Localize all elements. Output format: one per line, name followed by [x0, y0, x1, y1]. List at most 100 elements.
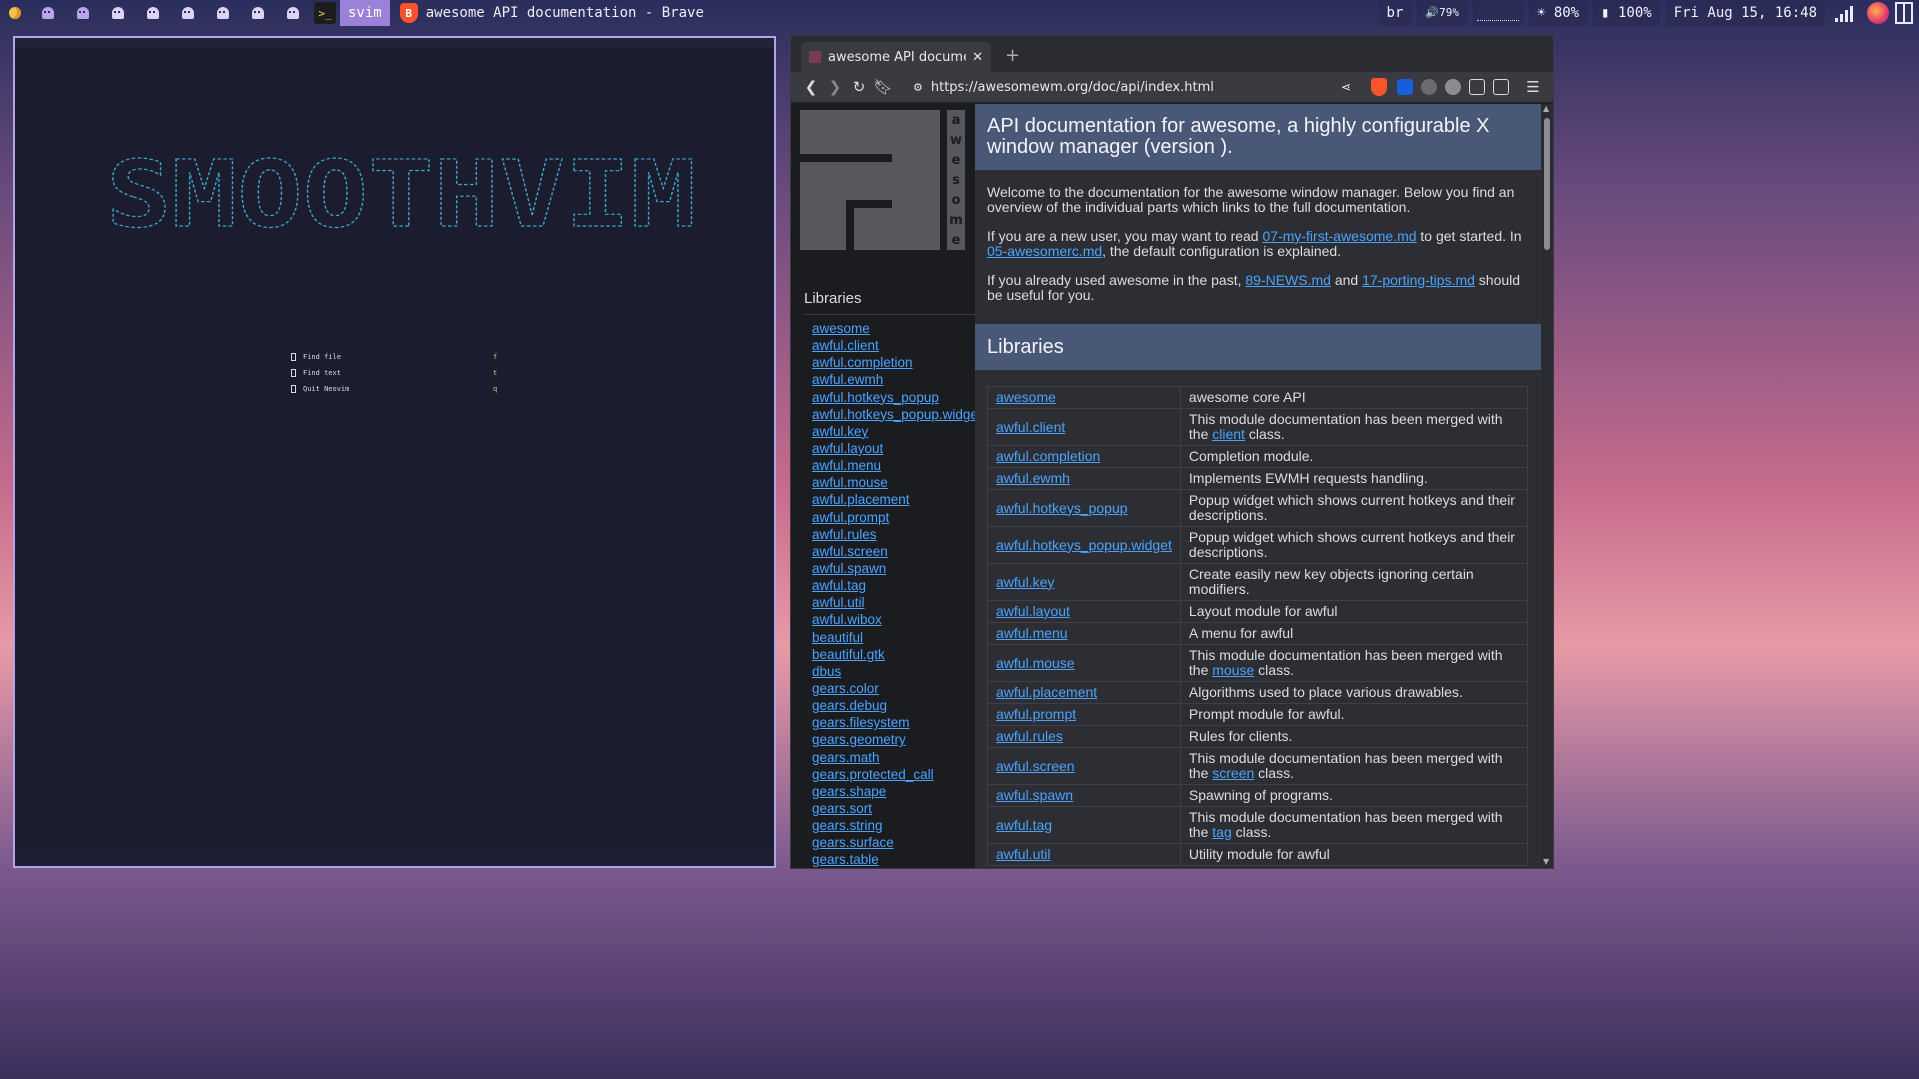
task-svim[interactable]: svim — [340, 0, 390, 26]
launcher-moon-icon[interactable] — [0, 0, 30, 26]
description-link[interactable]: tag — [1212, 824, 1231, 840]
sidebar-library-link[interactable]: awful.placement — [812, 492, 910, 507]
workspace-3-ghost-icon[interactable] — [100, 0, 135, 26]
workspace-7-ghost-icon[interactable] — [240, 0, 275, 26]
sidebar-toggle-icon[interactable] — [1493, 79, 1509, 95]
terminal-app-icon[interactable]: >_ — [314, 2, 336, 24]
sidebar-library-link[interactable]: awful.completion — [812, 355, 913, 370]
sidebar-library-link[interactable]: awful.prompt — [812, 510, 889, 525]
url-text[interactable]: https://awesomewm.org/doc/api/index.html — [931, 80, 1341, 95]
library-link[interactable]: awful.placement — [996, 684, 1097, 700]
close-icon[interactable]: ✕ — [972, 50, 983, 65]
sidebar-library-link[interactable]: gears.debug — [812, 698, 887, 713]
sidebar-library-link[interactable]: awful.hotkeys_popup.widget — [812, 407, 975, 422]
share-icon[interactable]: ⋖ — [1341, 80, 1351, 94]
library-link[interactable]: awful.key — [996, 574, 1054, 590]
sidebar-library-link[interactable]: gears.sort — [812, 801, 872, 816]
sidebar-library-link[interactable]: awesome — [812, 321, 870, 336]
library-link[interactable]: awesome — [996, 389, 1056, 405]
sidebar-library-link[interactable]: gears.shape — [812, 784, 886, 799]
workspace-1-ghost-icon[interactable] — [30, 0, 65, 26]
scroll-down-arrow-icon[interactable]: ▼ — [1543, 857, 1549, 866]
sidebar-library-link[interactable]: beautiful.gtk — [812, 647, 885, 662]
terminal-window[interactable]: SMOOTHVIM Find file f Find text t Quit N… — [13, 36, 776, 868]
menu-hamburger-icon[interactable]: ☰ — [1521, 78, 1545, 96]
library-link[interactable]: awful.prompt — [996, 706, 1076, 722]
sidebar-library-link[interactable]: awful.screen — [812, 544, 888, 559]
library-link[interactable]: awful.completion — [996, 448, 1100, 464]
workspace-6-ghost-icon[interactable] — [205, 0, 240, 26]
reload-icon[interactable]: ↻ — [847, 78, 871, 96]
sidebar-library-link[interactable]: awful.client — [812, 338, 879, 353]
new-tab-plus-icon[interactable]: + — [1005, 45, 1020, 66]
sidebar-library-link[interactable]: gears.color — [812, 681, 879, 696]
library-link[interactable]: awful.ewmh — [996, 470, 1070, 486]
layout-tile-icon[interactable] — [1895, 2, 1913, 24]
library-link[interactable]: awful.spawn — [996, 787, 1073, 803]
forward-arrow-icon[interactable]: ❯ — [823, 78, 847, 96]
volume-widget[interactable]: 🔊79% — [1417, 0, 1467, 26]
tab-awesome-api[interactable]: awesome API document ✕ — [801, 42, 991, 72]
sidebar-library-link[interactable]: gears.geometry — [812, 732, 906, 747]
workspace-4-ghost-icon[interactable] — [135, 0, 170, 26]
bookmark-icon[interactable]: 🔖︎ — [871, 78, 895, 96]
sidebar-library-link[interactable]: gears.math — [812, 750, 880, 765]
sidebar-library-link[interactable]: gears.table — [812, 852, 879, 867]
sidebar-library-link[interactable]: gears.string — [812, 818, 883, 833]
library-link[interactable]: awful.util — [996, 846, 1050, 862]
extensions-puzzle-icon[interactable] — [1469, 79, 1485, 95]
library-link[interactable]: awful.layout — [996, 603, 1070, 619]
sidebar-library-link[interactable]: awful.spawn — [812, 561, 886, 576]
sidebar-library-link[interactable]: beautiful — [812, 630, 863, 645]
dashboard-item-quit[interactable]: Quit Neovim q — [291, 381, 501, 397]
back-arrow-icon[interactable]: ❮ — [799, 78, 823, 96]
description-link[interactable]: screen — [1212, 765, 1254, 781]
bitwarden-extension-icon[interactable] — [1397, 79, 1413, 95]
library-link[interactable]: awful.mouse — [996, 655, 1075, 671]
library-link[interactable]: awful.rules — [996, 728, 1063, 744]
address-bar[interactable]: ⚙ https://awesomewm.org/doc/api/index.ht… — [905, 75, 1359, 99]
sidebar-library-link[interactable]: awful.util — [812, 595, 865, 610]
sidebar-library-link[interactable]: gears.surface — [812, 835, 894, 850]
extension-gear-icon[interactable] — [1445, 79, 1461, 95]
keyboard-layout[interactable]: br — [1378, 0, 1412, 26]
workspace-2-ghost-icon[interactable] — [65, 0, 100, 26]
brave-shield-icon[interactable] — [1371, 78, 1387, 96]
sidebar-library-link[interactable]: awful.key — [812, 424, 868, 439]
scroll-up-arrow-icon[interactable]: ▲ — [1543, 104, 1549, 113]
dashboard-item-find-file[interactable]: Find file f — [291, 349, 501, 365]
link-awesomerc[interactable]: 05-awesomerc.md — [987, 243, 1102, 259]
sidebar-library-link[interactable]: gears.filesystem — [812, 715, 910, 730]
sidebar-library-link[interactable]: awful.rules — [812, 527, 877, 542]
scroll-thumb[interactable] — [1544, 118, 1550, 250]
description-link[interactable]: mouse — [1212, 662, 1254, 678]
clock[interactable]: Fri Aug 15, 16:48 — [1665, 0, 1825, 26]
sidebar-library-link[interactable]: awful.wibox — [812, 612, 882, 627]
library-link[interactable]: awful.screen — [996, 758, 1075, 774]
library-link[interactable]: awful.tag — [996, 817, 1052, 833]
description-link[interactable]: client — [1212, 426, 1245, 442]
link-news[interactable]: 89-NEWS.md — [1245, 272, 1331, 288]
page-scrollbar[interactable]: ▲ ▼ — [1541, 104, 1553, 868]
library-link[interactable]: awful.client — [996, 419, 1065, 435]
sidebar-library-link[interactable]: dbus — [812, 664, 841, 679]
brightness-widget[interactable]: ☀ 80% — [1528, 0, 1588, 26]
sidebar-library-link[interactable]: awful.mouse — [812, 475, 888, 490]
library-link[interactable]: awful.hotkeys_popup — [996, 500, 1128, 516]
sidebar-library-link[interactable]: gears.protected_call — [812, 767, 934, 782]
link-porting-tips[interactable]: 17-porting-tips.md — [1362, 272, 1475, 288]
library-link[interactable]: awful.hotkeys_popup.widget — [996, 537, 1172, 553]
link-my-first-awesome[interactable]: 07-my-first-awesome.md — [1262, 228, 1416, 244]
sidebar-library-link[interactable]: awful.layout — [812, 441, 883, 456]
firefox-tray-icon[interactable] — [1867, 2, 1889, 24]
extension-glasses-icon[interactable] — [1421, 79, 1437, 95]
brave-task-icon[interactable]: B — [399, 3, 418, 23]
workspace-5-ghost-icon[interactable] — [170, 0, 205, 26]
sidebar-library-link[interactable]: awful.ewmh — [812, 372, 883, 387]
workspace-8-ghost-icon[interactable] — [275, 0, 310, 26]
sidebar-library-link[interactable]: awful.tag — [812, 578, 866, 593]
wifi-signal-icon[interactable] — [1835, 4, 1857, 22]
library-link[interactable]: awful.menu — [996, 625, 1068, 641]
site-settings-icon[interactable]: ⚙ — [913, 81, 923, 94]
sidebar-library-link[interactable]: awful.hotkeys_popup — [812, 390, 939, 405]
